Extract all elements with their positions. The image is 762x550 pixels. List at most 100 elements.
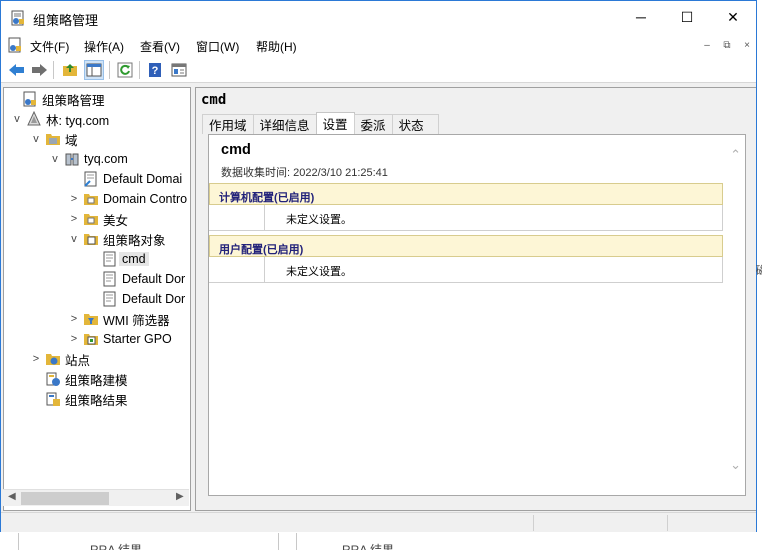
background-edge-text: 磁: [756, 265, 762, 277]
tab-settings[interactable]: 设置: [315, 112, 355, 134]
chevron-down-icon[interactable]: v: [67, 233, 81, 245]
tree-item-gp-results[interactable]: 组策略结果: [29, 389, 128, 409]
toolbar-separator: [53, 61, 54, 79]
gpo-icon: [103, 291, 116, 307]
mdi-restore-button[interactable]: ⧉: [718, 37, 736, 53]
starter-gpo-folder-icon: [84, 334, 98, 345]
scroll-right-icon[interactable]: ▶: [176, 491, 184, 502]
computer-config-body: 未定义设置。: [264, 205, 723, 231]
tree-item-starter-gpo[interactable]: > Starter GPO: [67, 329, 172, 349]
title-bar[interactable]: 组策略管理 ─ ☐ ✕: [1, 1, 756, 33]
tree-item-label: tyq.com: [84, 152, 128, 166]
scroll-left-icon[interactable]: ◀: [8, 491, 16, 502]
background-divider: [278, 533, 279, 550]
background-label: RRA 结果: [90, 543, 143, 550]
status-divider: [667, 515, 668, 531]
tree-item-wmi-filters[interactable]: > WMI 筛选器: [67, 309, 170, 329]
tree-item-label: 组策略建模: [65, 373, 128, 388]
results-icon: [46, 392, 60, 406]
scroll-down-icon[interactable]: ⌄: [730, 457, 741, 473]
console-tree[interactable]: 组策略管理 v 林: tyq.com v 域 v tyq.com Default…: [3, 87, 191, 511]
tree-item-sites[interactable]: > 站点: [29, 349, 90, 369]
chevron-right-icon[interactable]: >: [67, 213, 81, 225]
back-icon[interactable]: [7, 60, 27, 80]
gpo-icon: [103, 251, 116, 267]
mdi-close-button[interactable]: ×: [738, 37, 756, 53]
mdi-minimize-button[interactable]: –: [698, 37, 716, 53]
menu-view[interactable]: 查看(V): [140, 38, 180, 55]
tree-item-ou-meinv[interactable]: > 美女: [67, 209, 128, 229]
tree-item-gpo-container[interactable]: v 组策略对象: [67, 229, 166, 249]
svg-text:?: ?: [152, 65, 159, 77]
menu-file[interactable]: 文件(F): [30, 38, 69, 55]
tree-item-label: 林: tyq.com: [46, 113, 110, 128]
domains-folder-icon: [46, 134, 60, 145]
window-title: 组策略管理: [33, 13, 99, 28]
tree-item-gp-modeling[interactable]: 组策略建模: [29, 369, 128, 389]
computer-config-header[interactable]: 计算机配置(已启用): [209, 183, 723, 205]
background-window-strip: RRA 结果 RRA 结果: [0, 533, 762, 550]
tab-delegation[interactable]: 委派: [353, 114, 393, 134]
tree-item-label: 组策略结果: [65, 393, 128, 408]
tree-item-domain-controllers[interactable]: > Domain Contro: [67, 189, 187, 209]
chevron-down-icon[interactable]: v: [10, 113, 24, 125]
scroll-up-icon[interactable]: ⌃: [730, 147, 741, 163]
tree-horizontal-scrollbar[interactable]: ◀ ▶: [3, 489, 189, 506]
wmi-folder-icon: [84, 314, 98, 325]
tree-item-gpo-cmd[interactable]: cmd: [86, 249, 149, 269]
forward-icon[interactable]: [29, 60, 49, 80]
background-divider: [18, 533, 19, 550]
gpmc-window: 组策略管理 ─ ☐ ✕ 文件(F) 操作(A) 查看(V) 窗口(W) 帮助(H…: [0, 0, 757, 532]
tree-item-gpo-default-2[interactable]: Default Dor: [86, 289, 185, 309]
chevron-down-icon[interactable]: v: [48, 153, 62, 165]
maximize-button[interactable]: ☐: [664, 1, 710, 33]
properties-icon[interactable]: [169, 60, 189, 80]
tree-item-label: Default Dor: [122, 292, 186, 306]
tab-scope[interactable]: 作用域: [202, 114, 254, 134]
tree-item-forest[interactable]: v 林: tyq.com: [10, 109, 109, 129]
user-config-header[interactable]: 用户配置(已启用): [209, 235, 723, 257]
gpo-icon: [103, 271, 116, 287]
chevron-right-icon[interactable]: >: [67, 313, 81, 325]
tab-details[interactable]: 详细信息: [252, 114, 317, 134]
status-divider: [533, 515, 534, 531]
tree-item-domains[interactable]: v 域: [29, 129, 78, 149]
tree-item-label: cmd: [119, 252, 149, 266]
up-folder-icon[interactable]: [60, 60, 80, 80]
refresh-icon[interactable]: [115, 60, 135, 80]
gpo-link-icon: [84, 171, 97, 187]
tab-status[interactable]: 状态: [391, 114, 439, 134]
scroll-thumb[interactable]: [21, 492, 109, 505]
settings-report[interactable]: cmd 数据收集时间: 2022/3/10 21:25:41 计算机配置(已启用…: [208, 134, 746, 496]
chevron-right-icon[interactable]: >: [67, 193, 81, 205]
chevron-right-icon[interactable]: >: [67, 333, 81, 345]
tree-item-domain-tyq[interactable]: v tyq.com: [48, 149, 128, 169]
minimize-button[interactable]: ─: [618, 1, 664, 33]
tree-item-label: Default Dor: [122, 272, 186, 286]
system-menu-icon[interactable]: [7, 37, 23, 53]
chevron-down-icon[interactable]: v: [29, 133, 43, 145]
toolbar: ?: [1, 57, 756, 83]
tree-item-label: WMI 筛选器: [103, 313, 170, 328]
background-divider: [296, 533, 297, 550]
show-hide-tree-icon[interactable]: [84, 60, 104, 80]
tree-item-default-domain-policy-link[interactable]: Default Domai: [67, 169, 182, 189]
tree-item-label: Default Domai: [103, 172, 183, 186]
background-label: RRA 结果: [342, 543, 395, 550]
tree-item-label: 域: [65, 133, 78, 148]
domain-icon: [65, 153, 79, 166]
tree-item-label: 组策略对象: [103, 233, 166, 248]
menu-help[interactable]: 帮助(H): [256, 38, 297, 55]
tree-item-label: 美女: [103, 213, 129, 228]
forest-icon: [27, 111, 41, 126]
menu-window[interactable]: 窗口(W): [196, 38, 239, 55]
tree-item-gpm-root[interactable]: 组策略管理: [6, 89, 105, 109]
gpm-root-icon: [23, 91, 36, 107]
tree-item-label: 站点: [65, 353, 91, 368]
chevron-right-icon[interactable]: >: [29, 353, 43, 365]
help-icon[interactable]: ?: [145, 60, 165, 80]
toolbar-separator: [109, 61, 110, 79]
menu-action[interactable]: 操作(A): [84, 38, 124, 55]
tree-item-gpo-default-1[interactable]: Default Dor: [86, 269, 185, 289]
close-button[interactable]: ✕: [710, 1, 756, 33]
